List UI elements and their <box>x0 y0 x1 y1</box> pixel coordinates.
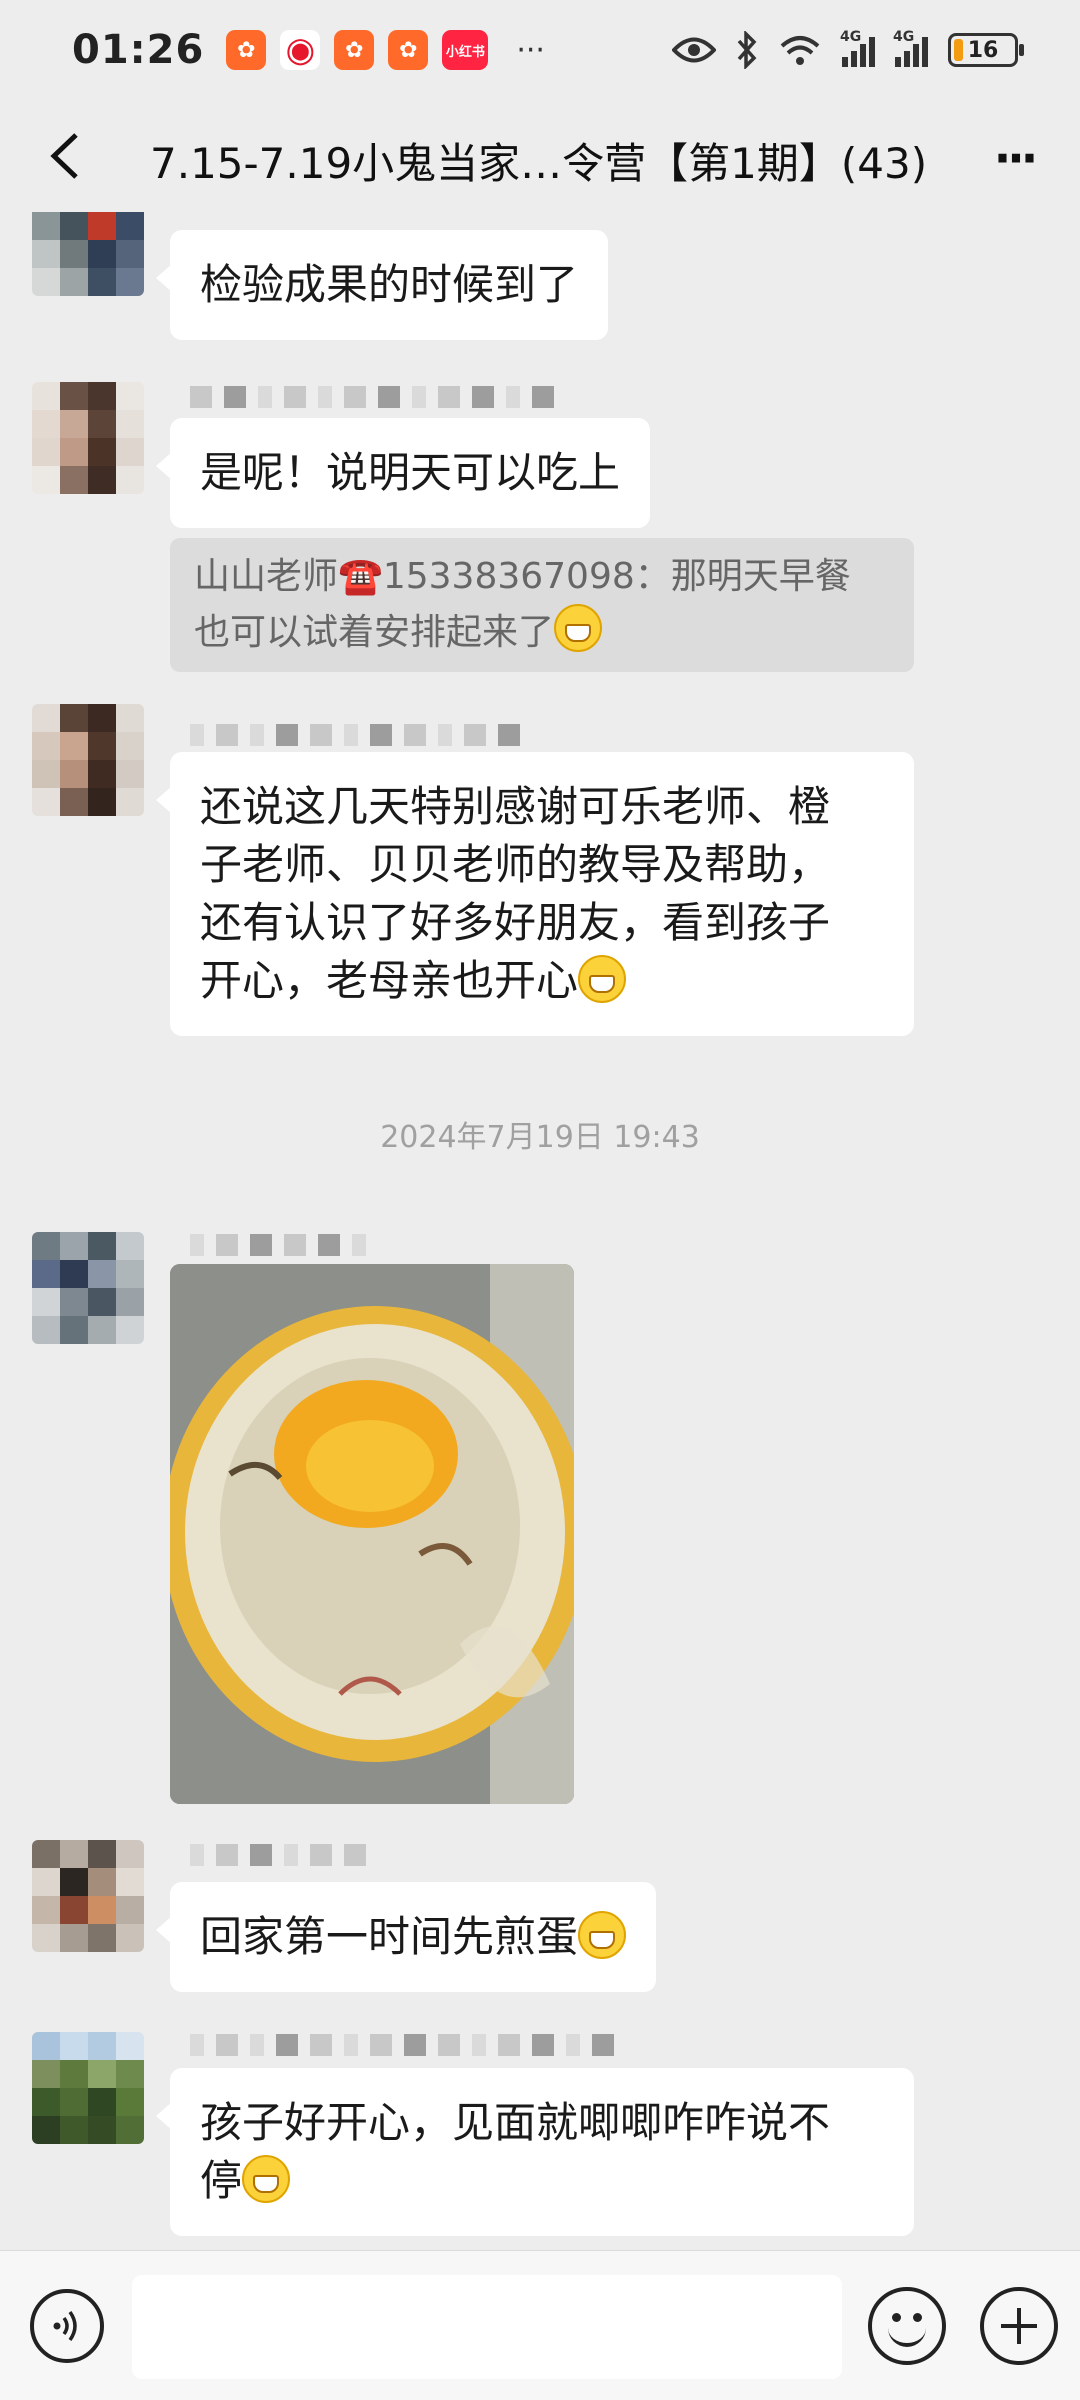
quote-line: 山山老师☎️15338367098：那明天早餐 <box>194 556 851 597</box>
grin-emoji-icon <box>554 604 603 652</box>
message-line: 孩子好开心，见面就唧唧咋咋说不 <box>200 2098 831 2147</box>
more-actions-button[interactable] <box>980 2287 1058 2365</box>
message-bubble[interactable]: 还说这几天特别感谢可乐老师、橙 子老师、贝贝老师的教导及帮助， 还有认识了好多好… <box>156 752 914 1036</box>
message-line: 停 <box>200 2152 884 2210</box>
battery-icon: 16 <box>948 33 1024 67</box>
status-bar: 01:26 ✿ ◉ ✿ ✿ 小红书 ··· 4G 4G 16 <box>0 0 1080 100</box>
message-bubble[interactable]: 孩子好开心，见面就唧唧咋咋说不 停 <box>156 2068 914 2236</box>
message-input[interactable] <box>132 2275 842 2379</box>
avatar[interactable] <box>32 704 144 816</box>
emoji-button[interactable] <box>868 2287 946 2365</box>
eye-icon <box>672 37 716 63</box>
back-button[interactable] <box>34 124 98 188</box>
more-options-button[interactable]: ··· <box>984 128 1044 188</box>
signal-icon: 4G <box>840 29 875 67</box>
avatar[interactable] <box>32 1232 144 1344</box>
laugh-tears-emoji-icon <box>242 2155 291 2203</box>
sender-name-masked <box>190 718 520 752</box>
message-bubble[interactable]: 回家第一时间先煎蛋 <box>155 1882 657 1992</box>
message-line: 还说这几天特别感谢可乐老师、橙 <box>200 782 831 831</box>
message-bubble[interactable]: 是呢！说明天可以吃上 <box>155 418 651 528</box>
status-time: 01:26 <box>72 27 205 73</box>
voice-icon <box>53 2310 77 2342</box>
message-line: 开心，老母亲也开心 <box>200 952 884 1010</box>
message-image[interactable] <box>170 1264 574 1804</box>
status-indicators: 4G 4G 16 <box>672 29 1024 69</box>
message-line: 子老师、贝贝老师的教导及帮助， <box>200 840 831 889</box>
network-label: 4G <box>840 29 862 45</box>
weibo-icon: ◉ <box>280 30 321 70</box>
more-icon: ··· <box>993 131 1038 185</box>
app-badge-icon: ✿ <box>226 30 267 70</box>
status-more-icon: ··· <box>516 32 545 68</box>
avatar[interactable] <box>32 2032 144 2144</box>
thinking-emoji-icon <box>578 1911 627 1959</box>
signal-icon: 4G <box>893 29 928 67</box>
message-timestamp: 2024年7月19日 19:43 <box>380 1120 700 1155</box>
sender-name-masked <box>190 380 554 414</box>
chat-title: 7.15-7.19小鬼当家…令营【第1期】(43) <box>150 139 928 188</box>
sender-name-masked <box>190 2028 614 2062</box>
status-app-icons: ✿ ◉ ✿ ✿ 小红书 ··· <box>226 30 545 70</box>
smiley-icon <box>888 2327 926 2347</box>
app-badge-icon: ✿ <box>388 30 429 70</box>
avatar[interactable] <box>32 1840 144 1952</box>
chat-input-bar <box>0 2250 1080 2400</box>
sender-name-masked <box>190 1228 366 1262</box>
chat-header: 7.15-7.19小鬼当家…令营【第1期】(43) ··· <box>0 100 1080 212</box>
xiaohongshu-icon: 小红书 <box>442 30 489 70</box>
sender-name-masked <box>190 1838 366 1872</box>
network-label: 4G <box>893 29 915 45</box>
voice-input-button[interactable] <box>30 2289 104 2363</box>
quoted-message[interactable]: 山山老师☎️15338367098：那明天早餐 也可以试着安排起来了 <box>170 538 914 672</box>
wifi-icon <box>780 36 820 65</box>
battery-level: 16 <box>967 37 999 63</box>
message-bubble[interactable]: 检验成果的时候到了 <box>155 230 609 340</box>
app-badge-icon: ✿ <box>334 30 375 70</box>
bluetooth-icon <box>737 31 757 69</box>
plate-photo <box>170 1264 574 1804</box>
avatar[interactable] <box>32 212 144 296</box>
chevron-left-icon <box>50 133 78 179</box>
avatar[interactable] <box>32 382 144 494</box>
quote-line: 也可以试着安排起来了 <box>194 604 890 660</box>
grin-emoji-icon <box>578 955 627 1003</box>
message-line: 还有认识了好多好朋友，看到孩子 <box>200 898 831 947</box>
message-list[interactable]: 检验成果的时候到了 是呢！说明天可以吃上 山山老师☎️15338367098：那… <box>0 212 1080 2250</box>
